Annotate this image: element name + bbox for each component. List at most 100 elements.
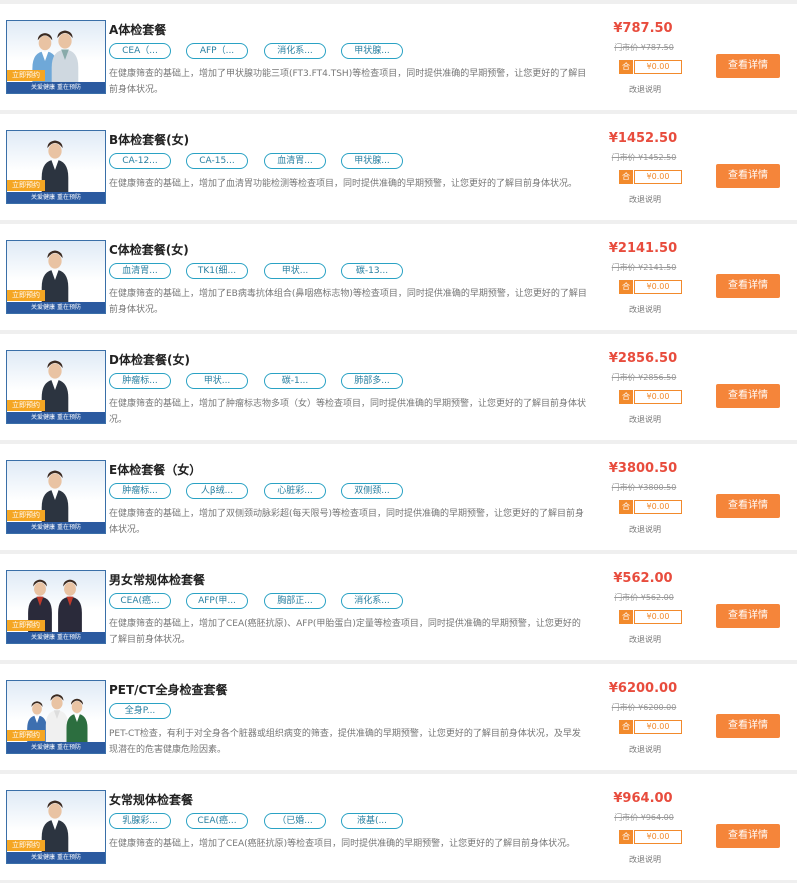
package-price: ¥2856.50 [608, 351, 678, 366]
slogan-band: 关爱健康 重在预防 [7, 82, 105, 93]
test-item-tag[interactable]: 甲状... [264, 263, 326, 279]
coupon-value: ¥0.00 [634, 390, 682, 404]
test-item-tag[interactable]: 碳-13... [341, 263, 403, 279]
test-item-tag[interactable]: 双侧颈... [341, 483, 403, 499]
test-item-tag[interactable]: 肿瘤标... [109, 483, 171, 499]
view-details-button[interactable]: 查看详情 [716, 824, 780, 848]
test-item-tag[interactable]: 人β绒... [186, 483, 248, 499]
package-card: 立即预约 关爱健康 重在预防 男女常规体检套餐 CEA(癌... AFP(甲...… [0, 554, 797, 660]
test-item-tag[interactable]: 液基(... [341, 813, 403, 829]
test-item-tag[interactable]: CEA（... [109, 43, 171, 59]
package-title[interactable]: C体检套餐(女) [109, 241, 189, 258]
package-thumbnail[interactable]: 立即预约 关爱健康 重在预防 [6, 350, 106, 424]
market-price: 门市价 ¥562.00 [614, 593, 674, 602]
coupon-icon: 合 [619, 390, 633, 404]
package-list: 立即预约 关爱健康 重在预防 A体检套餐 CEA（... AFP（... 消化系..… [0, 0, 797, 883]
test-item-tag[interactable]: CEA(癌... [186, 813, 248, 829]
package-title[interactable]: B体检套餐(女) [109, 131, 189, 148]
package-thumbnail[interactable]: 立即预约 关爱健康 重在预防 [6, 130, 106, 204]
test-item-tag[interactable]: 肿瘤标... [109, 373, 171, 389]
coupon-value: ¥0.00 [634, 500, 682, 514]
test-item-tag[interactable]: CEA(癌... [109, 593, 171, 609]
refund-policy-link[interactable]: 改退说明 [615, 854, 675, 865]
test-item-tag[interactable]: TK1(细... [186, 263, 248, 279]
coupon-box: 合 ¥0.00 [619, 280, 682, 294]
market-price: 门市价 ¥2141.50 [611, 263, 677, 272]
package-thumbnail[interactable]: 立即预约 关爱健康 重在预防 [6, 460, 106, 534]
package-thumbnail[interactable]: 立即预约 关爱健康 重在预防 [6, 570, 106, 644]
coupon-value: ¥0.00 [634, 280, 682, 294]
package-card: 立即预约 关爱健康 重在预防 女常规体检套餐 乳腺彩... CEA(癌... （已婚… [0, 774, 797, 880]
test-item-tag[interactable]: 甲状... [186, 373, 248, 389]
test-item-tag[interactable]: CA-15... [186, 153, 248, 169]
package-price: ¥964.00 [613, 791, 673, 806]
slogan-band: 关爱健康 重在预防 [7, 522, 105, 533]
market-price: 门市价 ¥2856.50 [611, 373, 677, 382]
test-item-tag[interactable]: （已婚... [264, 813, 326, 829]
test-item-tag[interactable]: AFP(甲... [186, 593, 248, 609]
package-card: 立即预约 关爱健康 重在预防 E体检套餐（女） 肿瘤标... 人β绒... 心脏彩.… [0, 444, 797, 550]
test-item-tag[interactable]: 血清胃... [109, 263, 171, 279]
refund-policy-link[interactable]: 改退说明 [615, 524, 675, 535]
test-item-tag[interactable]: 碳-1... [264, 373, 326, 389]
view-details-button[interactable]: 查看详情 [716, 494, 780, 518]
package-title[interactable]: D体检套餐(女) [109, 351, 190, 368]
package-description: 在健康筛查的基础上，增加了甲状腺功能三项(FT3.FT4.TSH)等检查项目，同… [109, 69, 587, 95]
view-details-button[interactable]: 查看详情 [716, 274, 780, 298]
coupon-icon: 合 [619, 720, 633, 734]
coupon-box: 合 ¥0.00 [619, 610, 682, 624]
coupon-icon: 合 [619, 830, 633, 844]
package-title[interactable]: PET/CT全身检查套餐 [109, 681, 228, 698]
coupon-box: 合 ¥0.00 [619, 500, 682, 514]
refund-policy-link[interactable]: 改退说明 [615, 744, 675, 755]
package-thumbnail[interactable]: 立即预约 关爱健康 重在预防 [6, 20, 106, 94]
test-item-tag[interactable]: 胸部正... [264, 593, 326, 609]
package-price: ¥787.50 [613, 21, 673, 36]
package-thumbnail[interactable]: 立即预约 关爱健康 重在预防 [6, 680, 106, 754]
refund-policy-link[interactable]: 改退说明 [615, 414, 675, 425]
refund-policy-link[interactable]: 改退说明 [615, 194, 675, 205]
package-price: ¥562.00 [613, 571, 673, 586]
refund-policy-link[interactable]: 改退说明 [615, 634, 675, 645]
package-title[interactable]: 女常规体检套餐 [109, 791, 193, 808]
coupon-box: 合 ¥0.00 [619, 720, 682, 734]
coupon-icon: 合 [619, 60, 633, 74]
coupon-value: ¥0.00 [634, 720, 682, 734]
package-thumbnail[interactable]: 立即预约 关爱健康 重在预防 [6, 790, 106, 864]
coupon-box: 合 ¥0.00 [619, 830, 682, 844]
test-item-tag[interactable]: 甲状腺... [341, 43, 403, 59]
package-description: 在健康筛查的基础上，增加了CEA(癌胚抗原)、AFP(甲胎蛋白)定量等检查项目，… [109, 619, 581, 645]
slogan-band: 关爱健康 重在预防 [7, 742, 105, 753]
view-details-button[interactable]: 查看详情 [716, 714, 780, 738]
package-thumbnail[interactable]: 立即预约 关爱健康 重在预防 [6, 240, 106, 314]
test-item-tag[interactable]: CA-12... [109, 153, 171, 169]
test-item-tag[interactable]: 血清胃... [264, 153, 326, 169]
package-price: ¥3800.50 [608, 461, 678, 476]
coupon-box: 合 ¥0.00 [619, 390, 682, 404]
slogan-band: 关爱健康 重在预防 [7, 632, 105, 643]
test-item-tag[interactable]: 全身P... [109, 703, 171, 719]
test-item-tag[interactable]: 消化系... [341, 593, 403, 609]
test-item-tag[interactable]: AFP（... [186, 43, 248, 59]
book-now-badge: 立即预约 [7, 730, 45, 741]
test-item-tag[interactable]: 心脏彩... [264, 483, 326, 499]
refund-policy-link[interactable]: 改退说明 [615, 304, 675, 315]
view-details-button[interactable]: 查看详情 [716, 384, 780, 408]
refund-policy-link[interactable]: 改退说明 [615, 84, 675, 95]
package-title[interactable]: 男女常规体检套餐 [109, 571, 205, 588]
test-item-tag[interactable]: 甲状腺... [341, 153, 403, 169]
coupon-icon: 合 [619, 610, 633, 624]
package-title[interactable]: E体检套餐（女） [109, 461, 201, 478]
market-price: 门市价 ¥964.00 [614, 813, 674, 822]
view-details-button[interactable]: 查看详情 [716, 604, 780, 628]
test-item-tag[interactable]: 消化系... [264, 43, 326, 59]
slogan-band: 关爱健康 重在预防 [7, 412, 105, 423]
test-item-tag[interactable]: 肺部多... [341, 373, 403, 389]
view-details-button[interactable]: 查看详情 [716, 54, 780, 78]
coupon-value: ¥0.00 [634, 830, 682, 844]
package-title[interactable]: A体检套餐 [109, 21, 166, 38]
view-details-button[interactable]: 查看详情 [716, 164, 780, 188]
book-now-badge: 立即预约 [7, 70, 45, 81]
test-item-tag[interactable]: 乳腺彩... [109, 813, 171, 829]
package-card: 立即预约 关爱健康 重在预防 D体检套餐(女) 肿瘤标... 甲状... 碳-1..… [0, 334, 797, 440]
